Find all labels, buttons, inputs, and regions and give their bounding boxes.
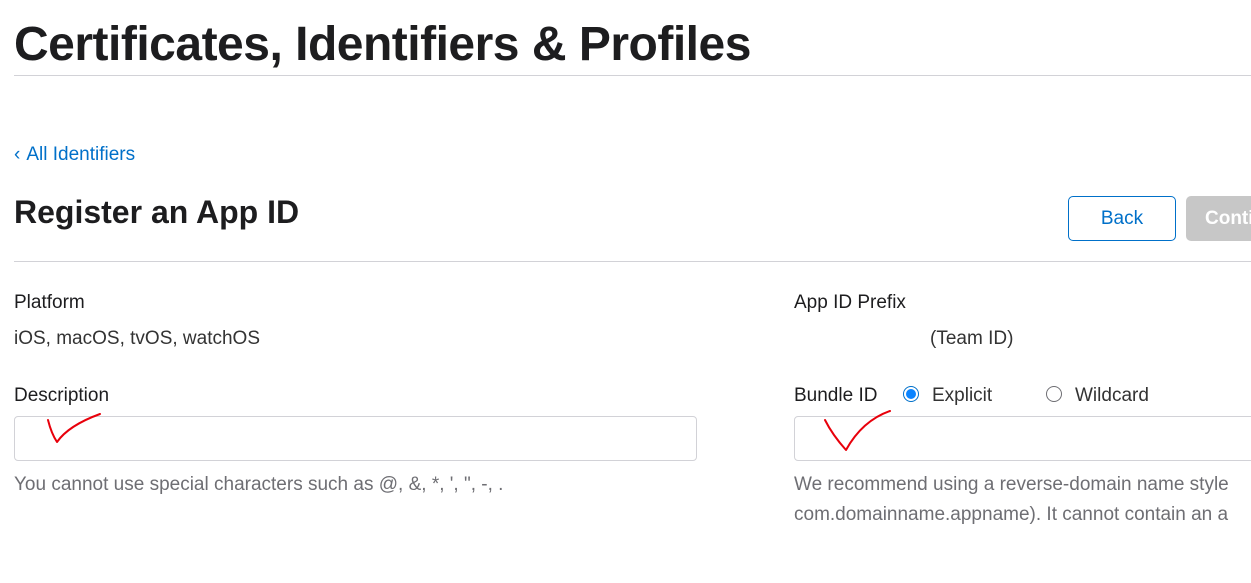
- back-button[interactable]: Back: [1068, 196, 1176, 241]
- explicit-radio-label: Explicit: [932, 385, 993, 406]
- all-identifiers-link[interactable]: ‹ All Identifiers: [14, 143, 135, 167]
- page-title: Certificates, Identifiers & Profiles: [14, 18, 751, 71]
- all-identifiers-link-label: All Identifiers: [26, 144, 136, 165]
- section-divider: [14, 261, 1251, 262]
- app-id-prefix-value: (Team ID): [930, 328, 1014, 349]
- title-divider: [14, 75, 1251, 76]
- radio-selected-icon[interactable]: [903, 386, 919, 402]
- bundle-id-input[interactable]: [794, 416, 1251, 461]
- description-label: Description: [14, 385, 110, 406]
- app-id-prefix-label: App ID Prefix: [794, 292, 906, 313]
- description-hint: You cannot use special characters such a…: [14, 474, 504, 495]
- bundle-id-hint-line-2: com.domainname.appname). It cannot conta…: [794, 504, 1229, 525]
- bundle-id-label: Bundle ID: [794, 385, 878, 406]
- platform-label: Platform: [14, 292, 85, 313]
- register-app-id-page: Certificates, Identifiers & Profiles ‹ Al…: [0, 0, 1251, 583]
- wildcard-radio-label: Wildcard: [1075, 385, 1149, 406]
- radio-unselected-icon[interactable]: [1046, 386, 1062, 402]
- bundle-id-hint-line-1: We recommend using a reverse-domain name…: [794, 474, 1229, 495]
- description-input[interactable]: [14, 416, 697, 461]
- form-title: Register an App ID: [14, 194, 300, 230]
- platform-value: iOS, macOS, tvOS, watchOS: [14, 328, 261, 349]
- continue-button[interactable]: Conti: [1186, 196, 1251, 241]
- chevron-left-icon: ‹: [14, 144, 21, 165]
